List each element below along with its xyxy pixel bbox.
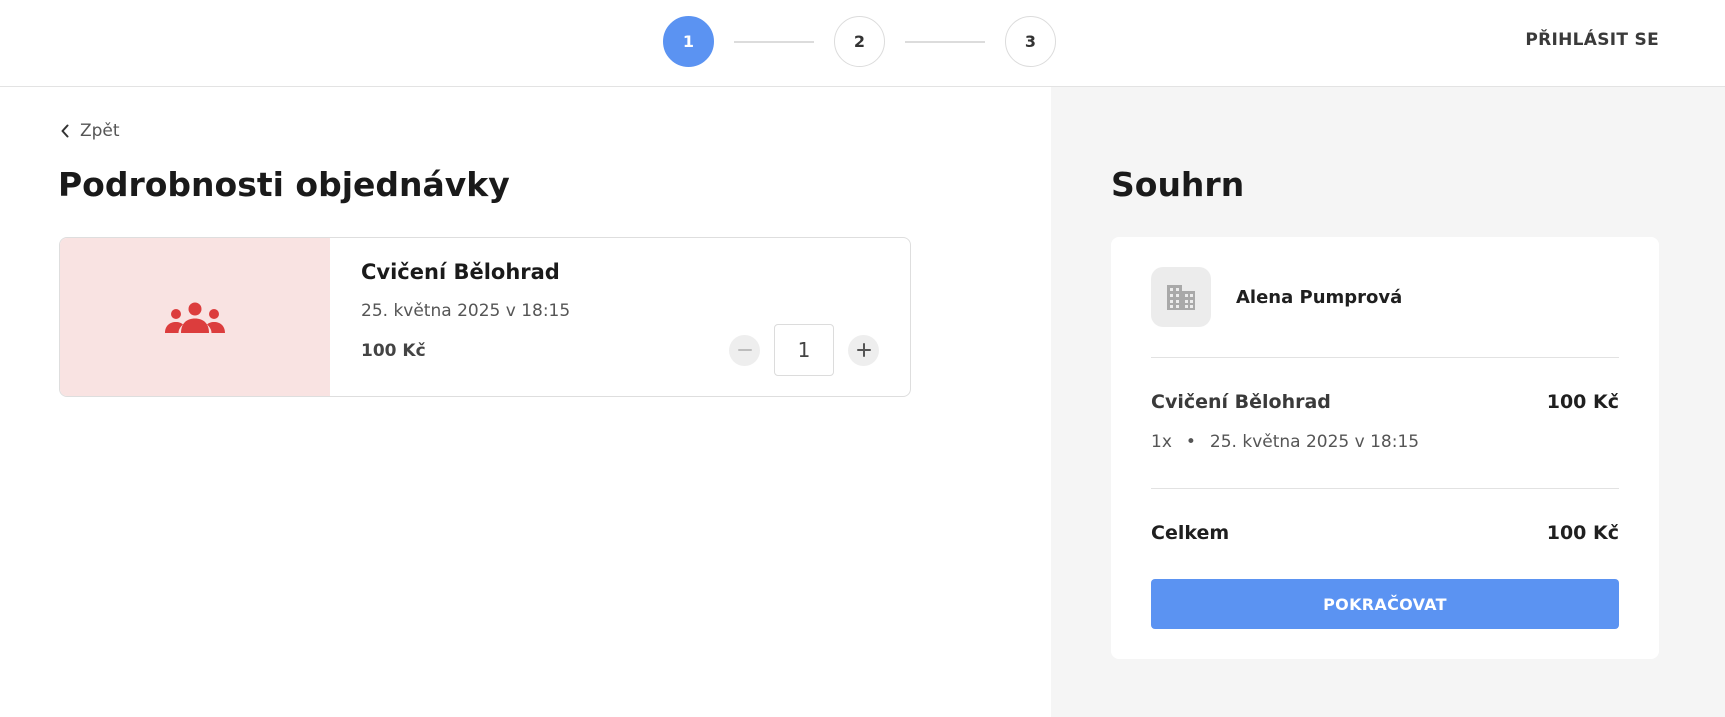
summary-item-quantity: 1x [1151,432,1172,452]
summary-card: Alena Pumprová Cvičení Bělohrad 100 Kč 1… [1111,237,1659,659]
step-1[interactable]: 1 [663,16,714,67]
back-label: Zpět [80,121,120,141]
separator: • [1185,432,1196,452]
summary-item-meta: 1x • 25. května 2025 v 18:15 [1151,432,1419,452]
item-title: Cvičení Bělohrad [361,260,560,284]
chevron-left-icon [61,124,69,138]
order-item-card: Cvičení Bělohrad 25. května 2025 v 18:15… [59,237,911,397]
avatar [1151,267,1211,327]
step-connector [905,40,985,43]
stepper: 1 2 3 [663,16,1056,67]
step-2[interactable]: 2 [834,16,885,67]
item-date: 25. května 2025 v 18:15 [361,301,571,321]
minus-icon [737,349,752,351]
organizer-name: Alena Pumprová [1236,287,1403,308]
page-title: Podrobnosti objednávky [58,165,510,204]
order-details-panel: Zpět Podrobnosti objednávky Cvičení Bělo… [0,87,1051,717]
item-price: 100 Kč [361,341,426,361]
summary-title: Souhrn [1111,165,1245,204]
divider [1151,357,1619,358]
group-icon [165,302,225,333]
total-label: Celkem [1151,522,1230,544]
decrease-button[interactable] [729,334,760,366]
summary-item-date: 25. května 2025 v 18:15 [1209,432,1420,452]
step-3[interactable]: 3 [1005,16,1056,67]
item-thumbnail [60,238,330,396]
summary-panel: Souhrn Alena Pumprová Cvičení Bělohrad 1… [1051,87,1725,717]
total-value: 100 Kč [1546,522,1619,544]
top-bar: 1 2 3 PŘIHLÁSIT SE [0,0,1725,87]
quantity-stepper [729,324,879,376]
back-link[interactable]: Zpět [60,121,120,141]
divider [1151,488,1619,489]
quantity-input[interactable] [774,324,834,376]
step-connector [734,40,814,43]
continue-button[interactable]: POKRAČOVAT [1151,579,1619,629]
login-button[interactable]: PŘIHLÁSIT SE [1525,30,1659,50]
summary-item-price: 100 Kč [1546,391,1619,413]
plus-icon [856,343,871,357]
increase-button[interactable] [848,334,879,366]
summary-item-name: Cvičení Bělohrad [1151,391,1331,413]
building-icon [1167,285,1195,310]
